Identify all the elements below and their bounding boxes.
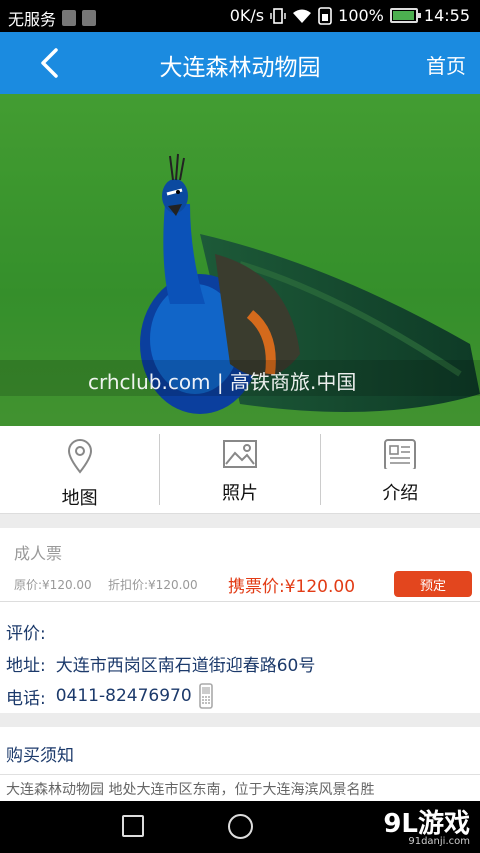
vibrate-icon (270, 7, 286, 24)
address-label: 地址: (6, 656, 46, 676)
info-section: 评价: 地址: 大连市西岗区南石道街迎春路60号 电话: 0411-824769… (0, 603, 480, 713)
divider (0, 713, 480, 727)
original-price: 原价:¥120.00 (14, 578, 92, 592)
usb-icon (62, 10, 77, 26)
phone-icon[interactable] (198, 683, 214, 709)
tab-map[interactable]: 地图 (0, 426, 159, 513)
tab-intro-label: 介绍 (382, 483, 419, 504)
net-speed: 0K/s (229, 6, 265, 25)
feature-tabs: 地图 照片 介绍 (0, 426, 480, 514)
rating-label: 评价: (6, 624, 46, 644)
divider (0, 514, 480, 528)
discount-price: 折扣价:¥120.00 (108, 578, 198, 592)
brand-logo: 9L游戏 91danji.com (383, 803, 470, 847)
address-value: 大连市西岗区南石道街迎春路60号 (55, 656, 316, 676)
address-row[interactable]: 地址: 大连市西岗区南石道街迎春路60号 (6, 651, 315, 676)
tab-map-label: 地图 (61, 488, 98, 509)
photo-icon (222, 440, 257, 468)
phone-row[interactable]: 电话: 0411-82476970 (6, 683, 214, 709)
app-header: 大连森林动物园 首页 (0, 32, 480, 94)
document-icon (384, 439, 417, 469)
ticket-name: 成人票 (14, 544, 63, 563)
ticket-price: 携票价:¥120.00 (228, 577, 356, 597)
phone-label: 电话: (6, 688, 46, 709)
tab-photos-label: 照片 (221, 483, 258, 504)
home-link[interactable]: 首页 (426, 50, 466, 79)
clock: 14:55 (423, 6, 470, 25)
wifi-icon (293, 9, 312, 23)
notice-title: 购买须知 (6, 746, 74, 766)
photo-watermark: crhclub.com | 高铁商旅.中国 (88, 370, 357, 394)
book-button[interactable]: 预定 (394, 571, 472, 597)
battery-percent: 100% (338, 6, 384, 25)
battery-icon (389, 8, 421, 23)
system-navbar: 9L游戏 91danji.com (0, 801, 480, 853)
home-button[interactable] (228, 814, 253, 839)
rating-row: 评价: (6, 619, 46, 644)
notice-text: 大连森林动物园 地处大连市区东南，位于大连海滨风景名胜 (6, 782, 375, 798)
ticket-card: 成人票 原价:¥120.00 折扣价:¥120.00 携票价:¥120.00 预… (0, 528, 480, 602)
tab-photos[interactable]: 照片 (159, 434, 319, 505)
notice-divider (0, 774, 480, 775)
page-title: 大连森林动物园 (159, 55, 321, 81)
brand-main: 9L游戏 (383, 809, 470, 839)
carrier-text: 无服务 (8, 10, 57, 29)
map-pin-icon (67, 439, 92, 474)
tab-intro[interactable]: 介绍 (319, 434, 480, 505)
hero-photo[interactable]: crhclub.com | 高铁商旅.中国 (0, 94, 480, 426)
sim-icon (318, 6, 332, 25)
status-bar: 无服务 0K/s 100% 14:55 (0, 0, 480, 32)
image-notification-icon (82, 10, 97, 26)
recents-button[interactable] (122, 815, 144, 837)
phone-value: 0411-82476970 (55, 686, 192, 706)
